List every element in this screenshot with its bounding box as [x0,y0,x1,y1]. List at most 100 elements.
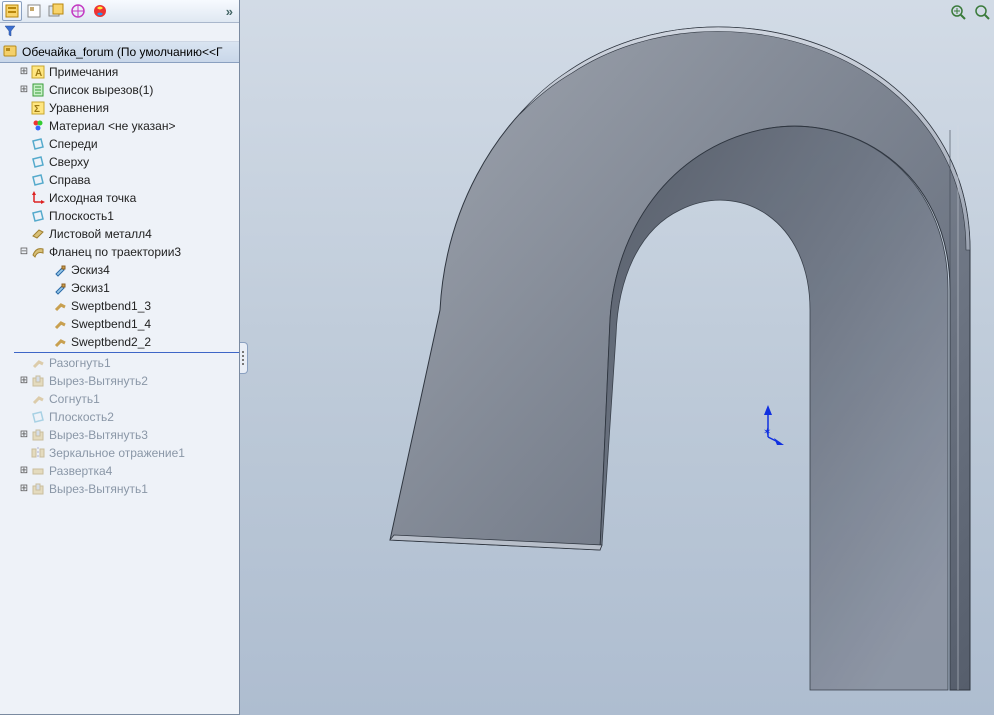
tree-label: Вырез-Вытянуть2 [49,374,148,388]
featuremgr-tab-icon[interactable] [2,1,22,21]
tree-item-cutlist[interactable]: ⊞ Список вырезов(1) [0,81,239,99]
fold-icon [30,391,46,407]
tree-label: Sweptbend2_2 [71,335,151,349]
tree-item-sweptbend22[interactable]: Sweptbend2_2 [0,333,239,351]
feature-manager-panel: » Обечайка_forum (По умолчанию<<Г ⊞ A Пр… [0,0,240,715]
bend-icon [52,298,68,314]
mirror-icon [30,445,46,461]
tree-item-cutextrude2[interactable]: ⊞ Вырез-Вытянуть2 [0,372,239,390]
tree-item-sheetmetal4[interactable]: Листовой металл4 [0,225,239,243]
tree-label: Справа [49,173,90,187]
tree-item-notes[interactable]: ⊞ A Примечания [0,63,239,81]
tree-label: Плоскость1 [49,209,114,223]
tree-label: Фланец по траектории3 [49,245,181,259]
document-title-row[interactable]: Обечайка_forum (По умолчанию<<Г [0,42,239,63]
tree-item-plane1[interactable]: Плоскость1 [0,207,239,225]
tree-label: Уравнения [49,101,109,115]
flatpattern-icon [30,463,46,479]
tree-label: Согнуть1 [49,392,100,406]
propertymgr-tab-icon[interactable] [24,1,44,21]
tree-label: Листовой металл4 [49,227,152,241]
material-icon [30,118,46,134]
sketch-icon [52,280,68,296]
tree-label: Вырез-Вытянуть1 [49,482,148,496]
tree-item-sketch4[interactable]: Эскиз4 [0,261,239,279]
plane-icon [30,172,46,188]
tree-label: Sweptbend1_4 [71,317,151,331]
panel-tabstrip: » [0,0,239,23]
origin-triad-icon: ✶ [760,405,790,445]
notes-icon: A [30,64,46,80]
expand-toggle[interactable]: ⊞ [18,376,30,386]
tree-label: Сверху [49,155,89,169]
tree-item-front-plane[interactable]: Спереди [0,135,239,153]
app-root: » Обечайка_forum (По умолчанию<<Г ⊞ A Пр… [0,0,994,715]
tree-item-cutextrude3[interactable]: ⊞ Вырез-Вытянуть3 [0,426,239,444]
dimxpert-tab-icon[interactable] [68,1,88,21]
cut-extrude-icon [30,481,46,497]
plane-icon [30,154,46,170]
tree-item-top-plane[interactable]: Сверху [0,153,239,171]
tree-item-sketch1[interactable]: Эскиз1 [0,279,239,297]
expand-toggle[interactable]: ⊞ [18,85,30,95]
panel-splitter-handle[interactable] [240,342,248,374]
tree-label: Исходная точка [49,191,136,205]
tree-item-mirror1[interactable]: Зеркальное отражение1 [0,444,239,462]
tree-item-origin[interactable]: Исходная точка [0,189,239,207]
expand-toggle[interactable]: ⊞ [18,430,30,440]
svg-text:✶: ✶ [763,427,771,438]
tree-item-equations[interactable]: Σ Уравнения [0,99,239,117]
bend-icon [52,316,68,332]
part-icon [2,43,18,62]
sketch-icon [52,262,68,278]
tree-item-sweptbend14[interactable]: Sweptbend1_4 [0,315,239,333]
plane-icon [30,208,46,224]
grip-dots-icon [242,351,244,365]
origin-icon [30,190,46,206]
tree-item-sweptflange3[interactable]: ⊟ Фланец по траектории3 [0,243,239,261]
tree-item-material[interactable]: Материал <не указан> [0,117,239,135]
tree-label: Вырез-Вытянуть3 [49,428,148,442]
svg-text:A: A [35,68,42,79]
expand-chevron-icon[interactable]: » [226,4,237,19]
tree-item-cutextrude1[interactable]: ⊞ Вырез-Вытянуть1 [0,480,239,498]
document-title: Обечайка_forum (По умолчанию<<Г [22,45,223,59]
unfold-icon [30,355,46,371]
tree-item-plane2[interactable]: Плоскость2 [0,408,239,426]
expand-toggle[interactable]: ⊞ [18,484,30,494]
tree-item-fold1[interactable]: Согнуть1 [0,390,239,408]
rollback-bar[interactable] [14,352,239,353]
graphics-viewport[interactable]: ✶ [240,0,994,715]
tree-label: Примечания [49,65,118,79]
tree-label: Зеркальное отражение1 [49,446,185,460]
expand-toggle[interactable]: ⊞ [18,67,30,77]
cutlist-icon [30,82,46,98]
tree-label: Список вырезов(1) [49,83,153,97]
svg-text:Σ: Σ [34,104,40,115]
cut-extrude-icon [30,373,46,389]
sheetmetal-icon [30,226,46,242]
sweptflange-icon [30,244,46,260]
tree-label: Эскиз4 [71,263,110,277]
tree-label: Материал <не указан> [49,119,175,133]
feature-tree: ⊞ A Примечания ⊞ Список вырезов(1) Σ Ура… [0,63,239,714]
tree-item-sweptbend13[interactable]: Sweptbend1_3 [0,297,239,315]
filter-icon[interactable] [4,25,16,40]
tree-label: Sweptbend1_3 [71,299,151,313]
tree-label: Развертка4 [49,464,112,478]
collapse-toggle[interactable]: ⊟ [18,247,30,257]
configmgr-tab-icon[interactable] [46,1,66,21]
tree-item-right-plane[interactable]: Справа [0,171,239,189]
cut-extrude-icon [30,427,46,443]
tree-item-unfold1[interactable]: Разогнуть1 [0,354,239,372]
tree-label: Спереди [49,137,98,151]
tree-label: Эскиз1 [71,281,110,295]
plane-icon [30,136,46,152]
render-tab-icon[interactable] [90,1,110,21]
filter-bar [0,23,239,42]
equations-icon: Σ [30,100,46,116]
tree-label: Разогнуть1 [49,356,111,370]
expand-toggle[interactable]: ⊞ [18,466,30,476]
tree-item-flatpattern4[interactable]: ⊞ Развертка4 [0,462,239,480]
bend-icon [52,334,68,350]
